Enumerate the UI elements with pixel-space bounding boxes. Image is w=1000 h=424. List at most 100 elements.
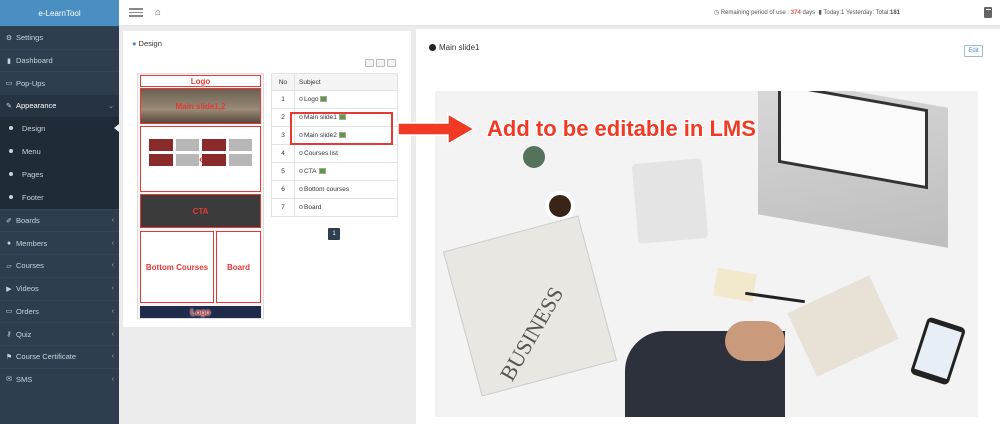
preview-cta-area[interactable]: CTA bbox=[140, 194, 261, 228]
phone-shape bbox=[909, 316, 967, 386]
preview-board-area[interactable]: Board bbox=[216, 231, 261, 303]
chevron-left-icon: ‹ bbox=[111, 330, 114, 338]
bullet-icon bbox=[9, 149, 13, 154]
row-subject[interactable]: Logo bbox=[294, 90, 398, 109]
card-shape bbox=[712, 267, 758, 303]
yesterday-count: Yesterday: bbox=[845, 10, 875, 16]
hand-shape bbox=[725, 321, 785, 361]
sidebar-subitem-menu[interactable]: Menu bbox=[0, 140, 119, 163]
chevron-left-icon: ‹ bbox=[111, 239, 114, 247]
card-icon: ▭ bbox=[5, 308, 13, 316]
edit-button[interactable]: Edit bbox=[964, 45, 983, 57]
preview-label: Logo bbox=[190, 307, 211, 317]
top-header: ⌂ ◷ Remaining period of use : 374 days ▮… bbox=[119, 0, 1000, 26]
sidebar-item-label: Settings bbox=[16, 33, 44, 43]
row-no: 4 bbox=[271, 144, 295, 163]
sidebar-item-label: Boards bbox=[16, 216, 40, 226]
subject-link[interactable]: Courses list bbox=[304, 150, 338, 157]
view-button-3[interactable] bbox=[387, 59, 396, 67]
users-icon: ● bbox=[6, 239, 12, 247]
preview-label: Logo bbox=[190, 76, 211, 86]
circle-icon bbox=[299, 97, 303, 102]
row-no: 5 bbox=[271, 162, 295, 181]
certificate-icon: ⚑ bbox=[5, 353, 13, 361]
sidebar-item-settings[interactable]: ⚙ Settings bbox=[0, 26, 119, 49]
newspaper-shape bbox=[442, 215, 618, 397]
pagination-page-button[interactable]: 1 bbox=[328, 228, 340, 240]
detail-title: Main slide1 bbox=[429, 43, 479, 52]
design-panel: ● Design Logo Main slide1,2 Courses List … bbox=[123, 31, 411, 327]
days-unit: days bbox=[802, 10, 816, 16]
detail-panel: Main slide1 Edit BUSINESS bbox=[416, 29, 1000, 424]
remaining-label: Remaining period of use : bbox=[720, 10, 790, 16]
course-thumbnails bbox=[149, 139, 252, 166]
chart-icon: ▮ bbox=[818, 10, 822, 16]
table-row[interactable]: 7 Board bbox=[271, 198, 398, 217]
bullet-icon bbox=[9, 126, 13, 131]
sidebar-subitem-footer[interactable]: Footer bbox=[0, 186, 119, 209]
view-button-1[interactable] bbox=[365, 59, 374, 67]
sidebar-item-label: Pop-Ups bbox=[16, 78, 46, 88]
sidebar-item-appearance[interactable]: ✎ Appearance ⌄ bbox=[0, 94, 119, 117]
preview-main-slide-area[interactable]: Main slide1,2 bbox=[140, 88, 261, 124]
sidebar-item-videos[interactable]: ▶ Videos ‹ bbox=[0, 276, 119, 300]
row-subject[interactable]: Bottom courses bbox=[294, 180, 398, 199]
sidebar-item-popups[interactable]: ▭ Pop-Ups bbox=[0, 71, 119, 94]
sidebar-item-orders[interactable]: ▭ Orders ‹ bbox=[0, 299, 119, 323]
key-icon: ⚷ bbox=[6, 331, 12, 339]
preview-bottom-courses-area[interactable]: Bottom Courses bbox=[140, 231, 214, 303]
view-toolbar bbox=[365, 59, 396, 67]
brand-logo[interactable]: e-LearnTool bbox=[0, 0, 119, 26]
bullet-icon bbox=[9, 195, 13, 200]
clock-icon: ◷ bbox=[713, 10, 720, 16]
table-row[interactable]: 5 CTA bbox=[271, 162, 398, 181]
table-row[interactable]: 1 Logo bbox=[271, 90, 398, 109]
bullet-icon bbox=[9, 172, 13, 177]
preview-logo-area[interactable]: Logo bbox=[140, 75, 261, 87]
video-icon: ▶ bbox=[6, 285, 12, 293]
sidebar-item-label: Videos bbox=[16, 284, 39, 294]
view-button-2[interactable] bbox=[376, 59, 385, 67]
sidebar-subitem-design[interactable]: Design bbox=[0, 117, 119, 140]
sidebar-item-label: SMS bbox=[16, 374, 33, 384]
plant-shape bbox=[523, 146, 545, 168]
sidebar-item-sms[interactable]: ✉ SMS ‹ bbox=[0, 367, 119, 391]
sidebar-item-boards[interactable]: ✐ Boards ‹ bbox=[0, 208, 119, 232]
sidebar-item-dashboard[interactable]: ▮ Dashboard bbox=[0, 48, 119, 72]
preview-courses-list-area[interactable]: Courses List bbox=[140, 126, 261, 192]
home-icon[interactable]: ⌂ bbox=[155, 7, 161, 18]
highlight-box bbox=[290, 112, 393, 145]
preview-label: Board bbox=[226, 262, 251, 272]
menu-toggle-icon[interactable] bbox=[129, 8, 143, 17]
sidebar: e-LearnTool ⚙ Settings ▮ Dashboard ▭ Pop-Up… bbox=[0, 0, 119, 424]
bullet-icon: ● bbox=[132, 39, 137, 48]
subject-table: No Subject 1 Logo 2 Main slide1 3 Main slid… bbox=[271, 73, 398, 217]
panel-title-text: Design bbox=[138, 39, 162, 48]
sidebar-item-courses[interactable]: ▱ Courses ‹ bbox=[0, 254, 119, 277]
sidebar-item-members[interactable]: ● Members ‹ bbox=[0, 231, 119, 254]
preview-footer-area[interactable]: Logo bbox=[140, 306, 261, 318]
bar-chart-icon: ▮ bbox=[7, 57, 11, 65]
sidebar-item-quiz[interactable]: ⚷ Quiz ‹ bbox=[0, 322, 119, 345]
chevron-left-icon: ‹ bbox=[111, 375, 114, 383]
row-subject[interactable]: Courses list bbox=[294, 144, 398, 163]
circle-icon bbox=[299, 187, 303, 192]
usage-stats: ◷ Remaining period of use : 374 days ▮ T… bbox=[714, 9, 900, 16]
subject-link[interactable]: Logo bbox=[304, 96, 318, 103]
clipboard-shape bbox=[787, 275, 899, 377]
sidebar-subitem-pages[interactable]: Pages bbox=[0, 163, 119, 186]
row-subject[interactable]: Board bbox=[294, 198, 398, 217]
total-label: Total: bbox=[875, 10, 890, 16]
table-row[interactable]: 4 Courses list bbox=[271, 144, 398, 163]
chevron-left-icon: ‹ bbox=[111, 307, 114, 315]
row-no: 7 bbox=[271, 198, 295, 217]
layout-preview: Logo Main slide1,2 Courses List CTA Bott… bbox=[137, 73, 264, 319]
chevron-left-icon: ‹ bbox=[111, 262, 114, 270]
subject-link[interactable]: Board bbox=[304, 204, 321, 211]
subject-link[interactable]: Bottom courses bbox=[304, 186, 349, 193]
subject-link[interactable]: CTA bbox=[304, 168, 317, 175]
sidebar-item-course-certificate[interactable]: ⚑ Course Certificate ‹ bbox=[0, 344, 119, 368]
manual-book-icon[interactable] bbox=[984, 7, 992, 18]
row-subject[interactable]: CTA bbox=[294, 162, 398, 181]
table-row[interactable]: 6 Bottom courses bbox=[271, 180, 398, 199]
